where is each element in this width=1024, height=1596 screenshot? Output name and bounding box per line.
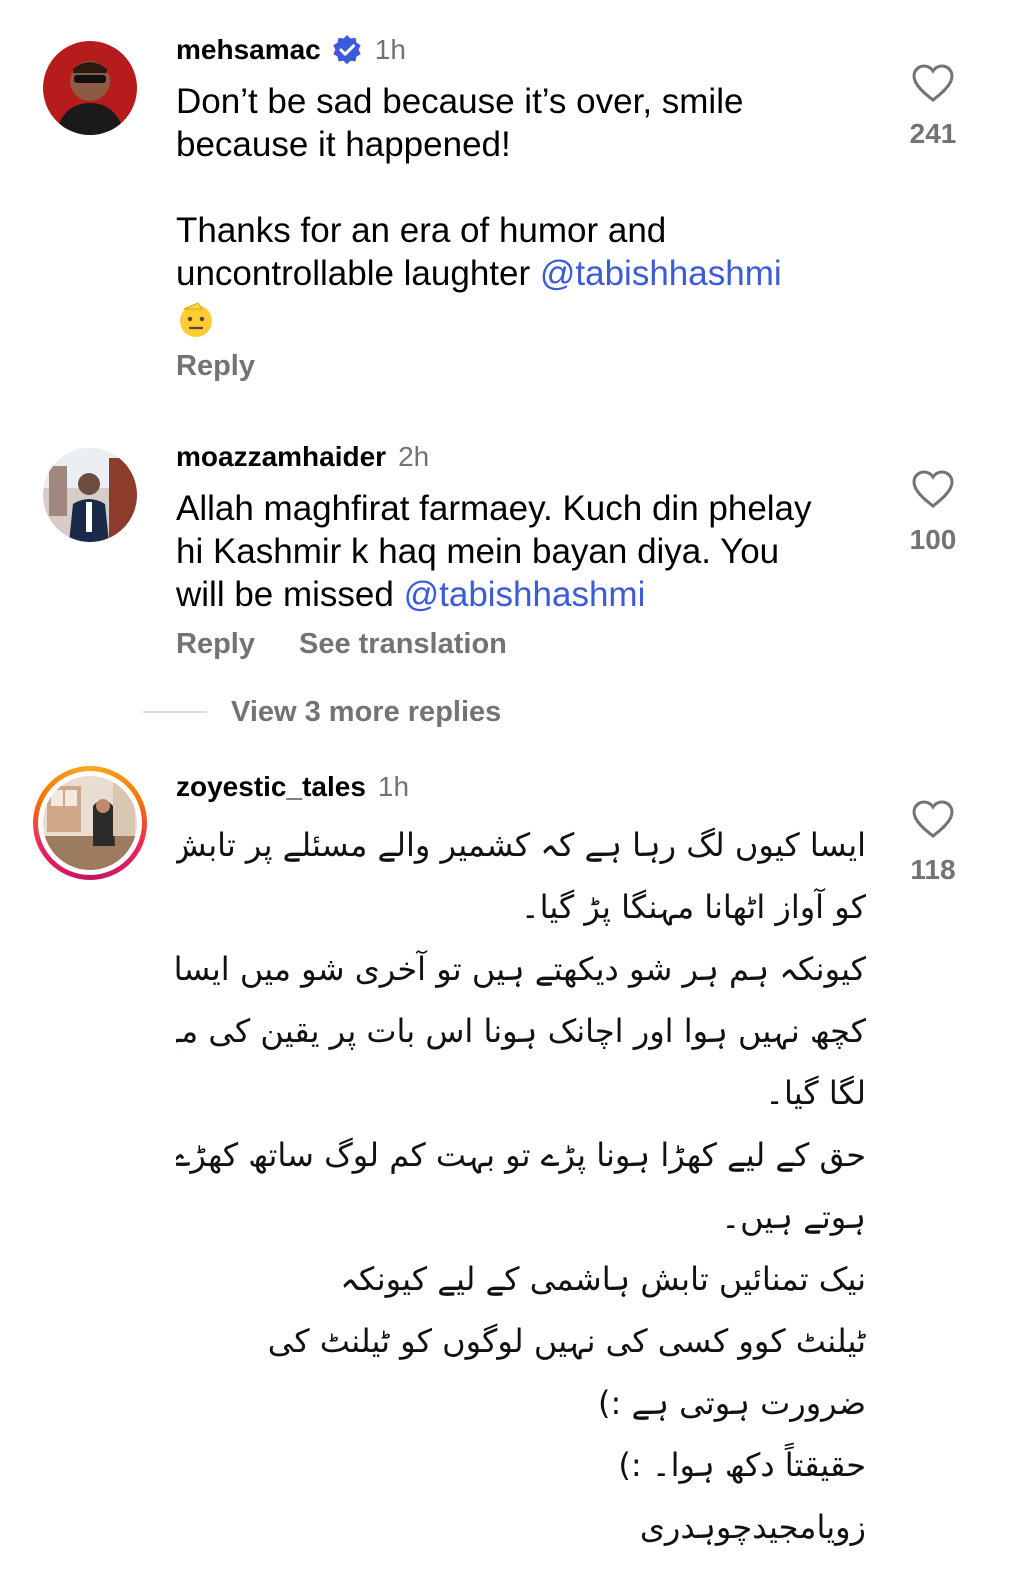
like-button[interactable] xyxy=(910,63,956,103)
saluting-face-emoji-icon xyxy=(176,299,216,339)
avatar[interactable] xyxy=(43,448,137,542)
comment-text-line: because it happened! xyxy=(176,125,511,164)
comment-text-line: ٹیلنٹ کوو کسی کی نہیں لوگوں کو ٹیلنٹ کی xyxy=(267,1322,866,1360)
username[interactable]: zoyestic_tales xyxy=(176,771,366,803)
timestamp: 2h xyxy=(398,441,430,472)
avatar-story-ring[interactable] xyxy=(33,766,147,880)
comment-text-line: کچھ نہیں ہوا اور اچانک ہونا اس بات پر یق… xyxy=(176,1012,866,1050)
verified-badge-icon xyxy=(331,34,363,66)
comment-text-line: زویامجیدچوہدری xyxy=(639,1508,866,1546)
comment-text-line: حقیقتاً دکھ ہوا۔ :) xyxy=(618,1446,866,1484)
comment-text: ایسا کیوں لگ رہا ہے کہ کشمیر والے مسئلے … xyxy=(176,814,866,1558)
comment-text-line: حق کے لیے کھڑا ہونا پڑے تو بہت کم لوگ سا… xyxy=(176,1136,866,1174)
username[interactable]: mehsamac xyxy=(176,34,321,66)
avatar xyxy=(43,776,137,870)
mention-link[interactable]: @tabishhashmi xyxy=(404,575,646,614)
timestamp: 1h xyxy=(377,771,410,802)
like-button[interactable] xyxy=(910,799,956,839)
like-count: 118 xyxy=(910,854,956,885)
like-count: 241 xyxy=(909,118,957,149)
heart-icon xyxy=(912,470,954,509)
comment-text-line: will be missed xyxy=(176,575,394,614)
comment-text: Don’t be sad because it’s over, smile be… xyxy=(176,80,876,339)
heart-icon xyxy=(912,800,954,839)
comment-text-line: uncontrollable laughter xyxy=(176,254,531,293)
comment-text-line: لگا گیا۔ xyxy=(765,1074,866,1112)
comment-text-line: کو آواز اٹھانا مہنگا پڑ گیا۔ xyxy=(520,888,866,926)
comment-text-line: Allah maghfirat farmaey. Kuch din phelay xyxy=(176,489,812,528)
mention-link[interactable]: @tabishhashmi xyxy=(540,254,782,293)
replies-divider xyxy=(143,711,207,713)
reply-button[interactable]: Reply xyxy=(176,350,255,383)
comment-text-line: ضرورت ہوتی ہے :) xyxy=(598,1384,866,1422)
comment-text-line: کیونکہ ہم ہر شو دیکھتے ہیں تو آخری شو می… xyxy=(176,950,866,988)
comment-text: Allah maghfirat farmaey. Kuch din phelay… xyxy=(176,487,876,616)
reply-button[interactable]: Reply xyxy=(176,628,255,661)
comment-text-line: Don’t be sad because it’s over, smile xyxy=(176,82,744,121)
avatar-mehsamac-image xyxy=(43,41,137,135)
comment-text-line: ہوتے ہیں۔ xyxy=(721,1198,866,1236)
timestamp: 1h xyxy=(374,34,406,65)
comment-text-line: نیک تمنائیں تابش ہاشمی کے لیے کیونکہ xyxy=(340,1260,866,1298)
like-button[interactable] xyxy=(910,469,956,509)
username[interactable]: moazzamhaider xyxy=(176,441,386,473)
comment-text-line: hi Kashmir k haq mein bayan diya. You xyxy=(176,532,780,571)
avatar[interactable] xyxy=(43,41,137,135)
comment-text-line: ایسا کیوں لگ رہا ہے کہ کشمیر والے مسئلے … xyxy=(176,826,866,864)
see-translation-button[interactable]: See translation xyxy=(299,628,507,661)
view-more-replies-button[interactable]: View 3 more replies xyxy=(143,694,501,730)
heart-icon xyxy=(912,64,954,103)
like-count: 100 xyxy=(909,524,957,555)
comment-text-line: Thanks for an era of humor and xyxy=(176,211,667,250)
avatar-zoyestic-tales-image xyxy=(43,776,137,870)
avatar-moazzamhaider-image xyxy=(43,448,137,542)
view-more-replies-label: View 3 more replies xyxy=(231,695,502,728)
